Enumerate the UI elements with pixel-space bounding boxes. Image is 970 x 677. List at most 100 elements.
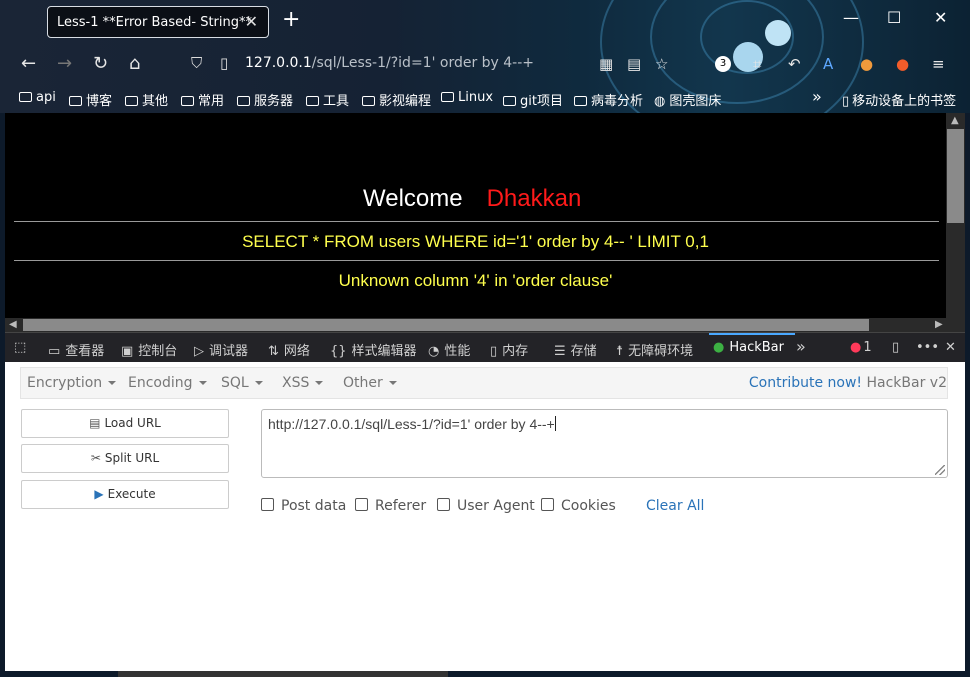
bookmark-folder[interactable]: 其他 <box>125 90 168 109</box>
vertical-scrollbar[interactable]: ▲ <box>946 113 965 318</box>
options-icon[interactable]: ••• <box>916 340 939 355</box>
network-icon: ⇅ <box>268 344 279 359</box>
cookies-checkbox[interactable]: Cookies <box>541 498 616 514</box>
tab-hackbar[interactable]: ● HackBar <box>713 340 784 355</box>
scroll-right-icon[interactable]: ▶ <box>935 319 943 330</box>
tab-console[interactable]: ▣ 控制台 <box>121 340 177 359</box>
tab-style-editor[interactable]: {} 样式编辑器 <box>330 340 417 359</box>
tab-network[interactable]: ⇅ 网络 <box>268 340 310 359</box>
url-host: 127.0.0.1 <box>245 55 312 71</box>
crop-icon[interactable]: ⌗ <box>753 55 761 73</box>
error-icon: ● <box>850 340 862 355</box>
load-url-button[interactable]: ▤ Load URL <box>21 409 229 438</box>
element-picker-icon[interactable]: ⬚ <box>14 340 26 355</box>
post-data-checkbox[interactable]: Post data <box>261 498 346 514</box>
debugger-icon: ▷ <box>194 344 204 359</box>
translate-icon[interactable]: A <box>823 55 833 73</box>
scroll-up-icon[interactable]: ▲ <box>951 115 959 126</box>
bookmark-folder[interactable]: 病毒分析 <box>574 90 643 109</box>
maximize-button[interactable]: ☐ <box>887 8 901 27</box>
tab-memory[interactable]: ▯ 内存 <box>490 340 528 359</box>
user-agent-checkbox[interactable]: User Agent <box>437 498 535 514</box>
menu-encryption[interactable]: Encryption <box>27 375 116 391</box>
new-tab-button[interactable]: + <box>282 9 300 31</box>
star-icon[interactable]: ☆ <box>655 55 668 73</box>
bookmark-folder[interactable]: 博客 <box>69 90 112 109</box>
contribute-link[interactable]: Contribute now! HackBar v2 <box>749 375 947 391</box>
menu-xss[interactable]: XSS <box>282 375 323 391</box>
storage-icon: ☰ <box>554 344 566 359</box>
url-textarea[interactable]: http://127.0.0.1/sql/Less-1/?id=1' order… <box>261 409 948 478</box>
close-window-button[interactable]: ✕ <box>934 8 947 27</box>
bookmark-folder[interactable]: 工具 <box>306 90 349 109</box>
tab-performance[interactable]: ◔ 性能 <box>428 340 470 359</box>
resize-grip[interactable] <box>935 465 945 475</box>
reload-button[interactable]: ↻ <box>93 53 108 74</box>
page-info-icon[interactable]: ▯ <box>220 54 228 72</box>
bookmark-folder[interactable]: 常用 <box>181 90 224 109</box>
checkbox[interactable] <box>355 498 368 511</box>
checkbox[interactable] <box>541 498 554 511</box>
extension-icon[interactable]: ● <box>860 55 873 73</box>
minimize-button[interactable]: — <box>843 8 859 27</box>
menu-sql[interactable]: SQL <box>221 375 263 391</box>
devtools-toolbar: ⬚ ▭ 查看器 ▣ 控制台 ▷ 调试器 ⇅ 网络 {} 样式编辑器 ◔ 性能 ▯ 内存 ☰ 存储… <box>5 332 965 363</box>
back-button[interactable]: ← <box>21 53 36 74</box>
more-tabs-icon[interactable]: » <box>796 337 806 356</box>
tab-accessibility[interactable]: ☨ 无障碍环境 <box>616 340 693 359</box>
load-icon: ▤ <box>89 416 101 430</box>
dock-icon[interactable]: ▯ <box>892 340 899 355</box>
shield-icon[interactable]: ⛉ <box>191 54 202 72</box>
tab-storage[interactable]: ☰ 存储 <box>554 340 597 359</box>
reader-icon[interactable]: ▤ <box>627 55 641 73</box>
inspector-icon: ▭ <box>48 344 61 359</box>
menu-encoding[interactable]: Encoding <box>128 375 207 391</box>
hackbar-menubar: Encryption Encoding SQL XSS Other Contri… <box>20 367 948 399</box>
url-text[interactable]: 127.0.0.1/sql/Less-1/?id=1' order by 4--… <box>245 55 534 71</box>
bookmark-link[interactable]: ◍ 图壳图床 <box>654 90 721 109</box>
folder-icon <box>306 96 319 106</box>
welcome-text: Welcome <box>363 185 463 212</box>
scroll-left-icon[interactable]: ◀ <box>9 319 17 330</box>
menu-icon[interactable]: ≡ <box>932 55 945 73</box>
folder-icon <box>362 96 375 106</box>
folder-icon <box>574 96 587 106</box>
url-path: /sql/Less-1/?id=1' order by 4--+ <box>311 55 535 71</box>
text-cursor <box>554 416 556 431</box>
background-window-strip <box>118 671 448 677</box>
home-button[interactable]: ⌂ <box>129 53 140 74</box>
tab-debugger[interactable]: ▷ 调试器 <box>194 340 248 359</box>
tab-close-icon[interactable]: ✕ <box>245 12 258 31</box>
console-icon: ▣ <box>121 344 134 359</box>
menu-other[interactable]: Other <box>343 375 397 391</box>
browser-tab[interactable]: Less-1 **Error Based- String** ✕ <box>47 6 269 38</box>
extension-badge[interactable]: 3 <box>715 56 731 72</box>
referer-checkbox[interactable]: Referer <box>355 498 426 514</box>
undo-icon[interactable]: ↶ <box>788 55 801 73</box>
sql-error-text: Unknown column '4' in 'order clause' <box>338 271 613 290</box>
bookmarks-overflow-button[interactable]: » <box>812 87 822 106</box>
tab-inspector[interactable]: ▭ 查看器 <box>48 340 104 359</box>
bookmark-folder[interactable]: 服务器 <box>237 90 293 109</box>
bookmark-folder[interactable]: Linux <box>441 90 493 105</box>
execute-button[interactable]: ▶ Execute <box>21 480 229 509</box>
bookmark-folder[interactable]: api <box>19 90 56 105</box>
horizontal-scrollbar[interactable]: ◀ ▶ <box>5 318 965 332</box>
address-bar[interactable]: ⛉ ▯ 127.0.0.1/sql/Less-1/?id=1' order by… <box>187 48 587 78</box>
scrollbar-thumb[interactable] <box>947 129 964 223</box>
split-url-button[interactable]: ✂ Split URL <box>21 444 229 473</box>
mobile-bookmarks[interactable]: ▯ 移动设备上的书签 <box>842 90 956 109</box>
tab-title: Less-1 **Error Based- String** <box>57 15 252 30</box>
hackbar-panel: Encryption Encoding SQL XSS Other Contri… <box>5 362 965 671</box>
checkbox[interactable] <box>437 498 450 511</box>
error-count[interactable]: ● 1 <box>850 340 872 355</box>
bookmark-folder[interactable]: git项目 <box>503 90 563 109</box>
bookmark-folder[interactable]: 影视编程 <box>362 90 431 109</box>
checkbox[interactable] <box>261 498 274 511</box>
scrollbar-thumb[interactable] <box>23 319 869 331</box>
close-devtools-icon[interactable]: ✕ <box>945 340 956 355</box>
clear-all-link[interactable]: Clear All <box>646 498 704 514</box>
forward-button[interactable]: → <box>57 53 72 74</box>
addon-icon[interactable]: ● <box>896 55 909 73</box>
qr-code-icon[interactable]: ▦ <box>599 55 613 73</box>
